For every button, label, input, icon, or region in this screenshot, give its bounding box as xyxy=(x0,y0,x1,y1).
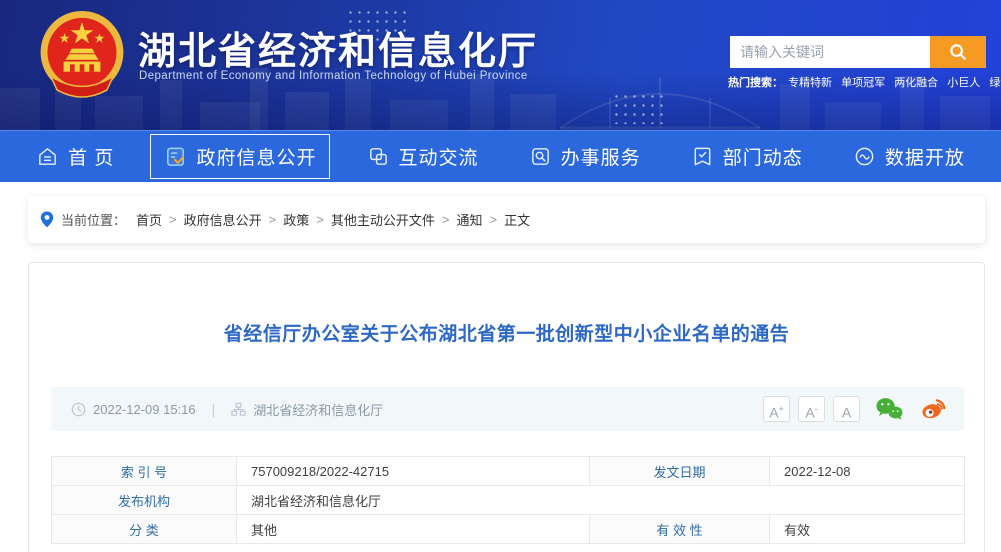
issue-date-label: 发文日期 xyxy=(589,456,770,486)
hot-search-row: 热门搜索： 专精特新 单项冠军 两化融合 小巨人 绿色工厂 xyxy=(728,74,1001,90)
font-increase-button[interactable]: A+ xyxy=(763,396,790,422)
site-title: 湖北省经济和信息化厅 xyxy=(138,31,539,73)
source-org-icon xyxy=(231,402,246,417)
open-data-icon xyxy=(853,145,876,168)
article-meta-left: 2022-12-09 15:16 | 湖北省经济和信息化厅 xyxy=(71,400,383,419)
nav-item-interaction[interactable]: 互动交流 xyxy=(353,134,493,179)
nav-item-label: 数据开放 xyxy=(884,148,965,169)
nav-item-label: 互动交流 xyxy=(398,148,479,169)
font-decrease-button[interactable]: A- xyxy=(798,396,825,422)
category-label: 分 类 xyxy=(51,514,237,544)
table-row: 索 引 号 757009218/2022-42715 发文日期 2022-12-… xyxy=(51,456,965,486)
table-row: 分 类 其他 有 效 性 有效 xyxy=(51,514,965,544)
location-pin-icon xyxy=(40,211,54,228)
interaction-icon xyxy=(367,145,390,168)
national-emblem-logo xyxy=(40,10,124,98)
search-bar xyxy=(730,36,986,68)
search-icon xyxy=(950,44,966,60)
breadcrumb-separator: > xyxy=(441,212,450,227)
hot-search-label: 热门搜索： xyxy=(728,77,783,89)
breadcrumb-separator: > xyxy=(489,212,498,227)
breadcrumb-item-policy[interactable]: 政策 xyxy=(283,210,309,229)
font-normal-button[interactable]: A xyxy=(833,396,860,422)
nav-item-label: 办事服务 xyxy=(560,148,641,169)
wechat-share-icon[interactable] xyxy=(874,396,904,422)
article-meta-bar: 2022-12-09 15:16 | 湖北省经济和信息化厅 A+ A- A xyxy=(51,387,964,431)
nav-item-services[interactable]: 办事服务 xyxy=(515,134,655,179)
article-meta-right: A+ A- A xyxy=(755,396,948,422)
home-icon xyxy=(36,145,59,168)
site-header: 湖北省经济和信息化厅 Department of Economy and Inf… xyxy=(0,0,1001,130)
breadcrumb-separator: > xyxy=(316,212,324,227)
site-subtitle: Department of Economy and Information Te… xyxy=(139,70,528,82)
category-value: 其他 xyxy=(236,514,590,544)
hot-keyword[interactable]: 小巨人 xyxy=(947,77,980,89)
breadcrumb-item-notice[interactable]: 通知 xyxy=(456,210,482,229)
search-button[interactable] xyxy=(930,36,986,68)
breadcrumb-item-current: 正文 xyxy=(504,213,531,228)
hot-keyword[interactable]: 单项冠军 xyxy=(841,77,885,89)
gov-info-disclosure-icon xyxy=(164,145,187,168)
index-number-value: 757009218/2022-42715 xyxy=(236,456,590,486)
search-input[interactable] xyxy=(730,36,930,68)
article-source: 湖北省经济和信息化厅 xyxy=(253,402,384,418)
article-card: 省经信厅办公室关于公布湖北省第一批创新型中小企业名单的通告 2022-12-09… xyxy=(28,262,985,552)
clock-icon xyxy=(71,402,86,417)
hot-keyword[interactable]: 专精特新 xyxy=(788,77,832,89)
nav-item-label: 政府信息公开 xyxy=(196,148,317,169)
breadcrumb: 当前位置： 首页 > 政府信息公开 > 政策 > 其他主动公开文件 > 通知 >… xyxy=(28,196,985,243)
validity-label: 有 效 性 xyxy=(589,514,770,544)
nav-item-open-data[interactable]: 数据开放 xyxy=(839,134,979,179)
table-row: 发布机构 湖北省经济和信息化厅 xyxy=(51,485,965,515)
validity-value: 有效 xyxy=(769,514,965,544)
document-meta-table: 索 引 号 757009218/2022-42715 发文日期 2022-12-… xyxy=(51,456,965,544)
weibo-share-icon[interactable] xyxy=(918,396,948,422)
nav-item-gov-info-disclosure[interactable]: 政府信息公开 xyxy=(150,134,331,179)
issue-date-value: 2022-12-08 xyxy=(769,456,965,486)
breadcrumb-separator: > xyxy=(169,212,177,227)
hot-keyword[interactable]: 绿色工厂 xyxy=(989,77,1001,89)
publisher-label: 发布机构 xyxy=(51,485,237,515)
department-news-icon xyxy=(691,145,714,168)
publish-time: 2022-12-09 15:16 xyxy=(93,401,196,417)
breadcrumb-item-home[interactable]: 首页 xyxy=(136,210,162,229)
breadcrumb-separator: > xyxy=(268,212,277,227)
hot-keyword[interactable]: 两化融合 xyxy=(894,77,938,89)
article-title: 省经信厅办公室关于公布湖北省第一批创新型中小企业名单的通告 xyxy=(223,324,790,345)
nav-item-home[interactable]: 首 页 xyxy=(22,134,128,179)
services-search-icon xyxy=(529,145,552,168)
nav-item-label: 部门动态 xyxy=(722,148,803,169)
page: 湖北省经济和信息化厅 Department of Economy and Inf… xyxy=(0,0,1001,552)
breadcrumb-item-other-docs[interactable]: 其他主动公开文件 xyxy=(331,210,435,229)
meta-divider: | xyxy=(211,401,216,417)
index-number-label: 索 引 号 xyxy=(51,456,237,486)
publisher-value: 湖北省经济和信息化厅 xyxy=(236,485,965,515)
nav-item-department-news[interactable]: 部门动态 xyxy=(677,134,817,179)
nav-item-label: 首 页 xyxy=(68,148,115,169)
breadcrumb-label: 当前位置： xyxy=(61,213,127,228)
dot-grid-decoration xyxy=(612,92,666,124)
main-nav: 首 页 政府信息公开 互动交流 办事服务 部门动态 数据开放 xyxy=(0,130,1001,182)
breadcrumb-item-gov-info[interactable]: 政府信息公开 xyxy=(184,210,262,229)
